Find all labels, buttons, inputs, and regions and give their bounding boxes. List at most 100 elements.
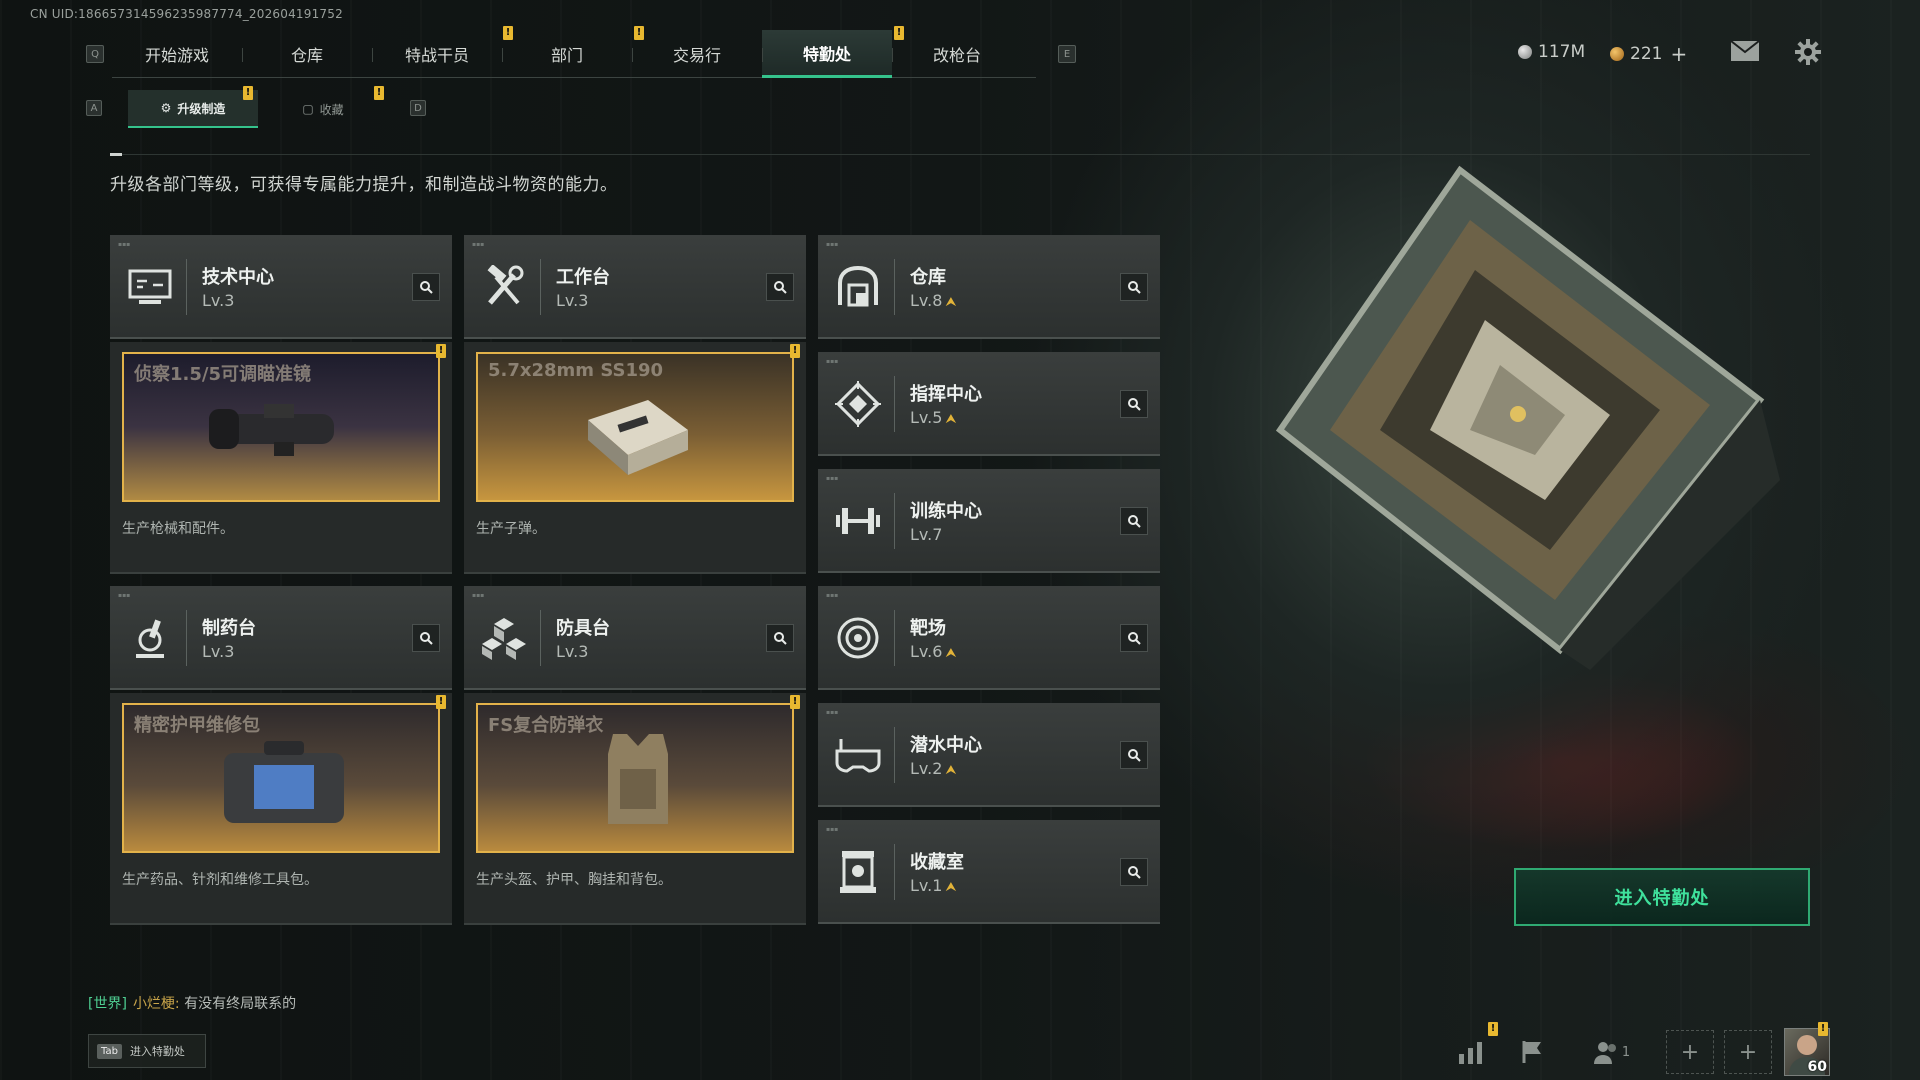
enter-special-ops-button[interactable]: 进入特勤处	[1514, 868, 1810, 926]
department-card-armor-bench[interactable]: ▪▪▪ 防具台 Lv.3	[464, 586, 806, 690]
tab-start-game[interactable]: 开始游戏	[112, 30, 242, 78]
department-name: 潜水中心	[910, 735, 982, 756]
notification-badge: !	[1488, 1022, 1498, 1036]
subtab-collection[interactable]: ▢ 收藏	[258, 90, 388, 128]
level-text: Lv.5	[910, 408, 943, 427]
notification-badge: !	[243, 86, 253, 100]
level-text: Lv.6	[910, 642, 943, 661]
card-separator	[894, 727, 895, 783]
search-icon[interactable]	[1120, 507, 1148, 535]
search-icon[interactable]	[1120, 858, 1148, 886]
add-squad-slot-button[interactable]: +	[1724, 1030, 1772, 1074]
tab-warehouse[interactable]: 仓库	[242, 30, 372, 78]
tab-key: Tab	[97, 1043, 122, 1059]
settings-gear-icon[interactable]	[1794, 38, 1824, 68]
search-icon[interactable]	[766, 273, 794, 301]
production-card-body-armor[interactable]: FS复合防弹衣 ! 生产头盔、护甲、胸挂和背包。	[464, 693, 806, 925]
department-card-training-center[interactable]: ▪▪▪ 训练中心 Lv.7	[818, 469, 1160, 573]
department-card-tech-center[interactable]: ▪▪▪ 技术中心 Lv.3	[110, 235, 452, 339]
silver-coin-icon	[1518, 45, 1532, 59]
stats-chart-icon[interactable]	[1446, 1030, 1496, 1074]
card-separator	[186, 610, 187, 666]
department-card-collection-room[interactable]: ▪▪▪ 收藏室 Lv.1 ⮝	[818, 820, 1160, 924]
department-level: Lv.2 ⮝	[910, 759, 956, 778]
department-card-pharmacy[interactable]: ▪▪▪ 制药台 Lv.3	[110, 586, 452, 690]
friends-button[interactable]: 1	[1582, 1030, 1642, 1074]
card-tag: ▪▪▪	[826, 592, 839, 599]
nav-next-key-hint[interactable]: E	[1058, 45, 1076, 63]
subnav-next-key-hint[interactable]: D	[410, 100, 426, 116]
add-squad-slot-button[interactable]: +	[1666, 1030, 1714, 1074]
subnav-prev-key-hint[interactable]: A	[86, 100, 102, 116]
wrench-hammer-icon	[476, 259, 532, 315]
display-case-icon	[830, 844, 886, 900]
department-card-shooting-range[interactable]: ▪▪▪ 靶场 Lv.6 ⮝	[818, 586, 1160, 690]
department-level: Lv.5 ⮝	[910, 408, 956, 427]
upgrade-icon: ⚙	[160, 101, 172, 115]
level-text: Lv.3	[556, 642, 589, 661]
production-card-ammo[interactable]: 5.7x28mm SS190 ! 生产子弹。	[464, 342, 806, 574]
search-icon[interactable]	[1120, 741, 1148, 769]
search-icon[interactable]	[766, 624, 794, 652]
uid-label: CN UID:18665731459623598777​4_2026041917…	[30, 7, 343, 21]
tab-gunsmith[interactable]: 改枪台	[892, 30, 1022, 78]
add-currency-button[interactable]: +	[1670, 42, 1687, 66]
search-icon[interactable]	[1120, 624, 1148, 652]
tab-operators[interactable]: 特战干员	[372, 30, 502, 78]
department-card-warehouse[interactable]: ▪▪▪ 仓库 Lv.8 ⮝	[818, 235, 1160, 339]
subtab-label: 升级制造	[177, 101, 226, 116]
chat-message: 有没有终局联系的	[184, 996, 297, 1012]
card-tag: ▪▪▪	[826, 826, 839, 833]
production-description: 生产头盔、护甲、胸挂和背包。	[476, 872, 672, 888]
player-level: 60	[1807, 1059, 1827, 1075]
diving-mask-icon	[830, 727, 886, 783]
notification-badge: !	[503, 26, 513, 40]
production-card-repair-kit[interactable]: 精密护甲维修包 ! 生产药品、针剂和维修工具包。	[110, 693, 452, 925]
gold-currency: 221 +	[1610, 42, 1687, 66]
tab-trading[interactable]: 交易行	[632, 30, 762, 78]
flag-icon[interactable]	[1508, 1030, 1558, 1074]
card-tag: ▪▪▪	[472, 241, 485, 248]
chat-line[interactable]: [世界] 小烂梗: 有没有终局联系的	[88, 993, 296, 1013]
department-name: 制药台	[202, 618, 256, 639]
department-level: Lv.3	[556, 291, 588, 310]
subtab-upgrade-craft[interactable]: ⚙ 升级制造	[128, 90, 258, 128]
mail-icon[interactable]	[1730, 40, 1762, 64]
search-icon[interactable]	[412, 624, 440, 652]
card-separator	[540, 610, 541, 666]
search-icon[interactable]	[1120, 390, 1148, 418]
department-name: 靶场	[910, 618, 946, 639]
level-text: Lv.3	[202, 291, 235, 310]
search-icon[interactable]	[1120, 273, 1148, 301]
notification-badge: !	[790, 344, 800, 358]
upgrade-available-icon: ⮝	[945, 763, 957, 778]
product-image: 精密护甲维修包	[122, 703, 440, 853]
department-level: Lv.3	[202, 291, 234, 310]
tab-special-ops[interactable]: 特勤处	[762, 30, 892, 78]
production-card-scope[interactable]: 侦察1.5/5可调瞄准镜 ! 生产枪械和配件。	[110, 342, 452, 574]
tab-key-hint[interactable]: Tab 进入特勤处	[88, 1034, 206, 1068]
department-card-diving-center[interactable]: ▪▪▪ 潜水中心 Lv.2 ⮝	[818, 703, 1160, 807]
department-level: Lv.3	[556, 642, 588, 661]
search-icon[interactable]	[412, 273, 440, 301]
department-level: Lv.3	[202, 642, 234, 661]
body-armor-icon	[608, 734, 668, 824]
special-ops-cube-illustration	[1275, 165, 1780, 670]
tab-departments[interactable]: 部门	[502, 30, 632, 78]
department-card-workbench[interactable]: ▪▪▪ 工作台 Lv.3	[464, 235, 806, 339]
card-tag: ▪▪▪	[118, 592, 131, 599]
department-name: 仓库	[910, 267, 946, 288]
product-name: 5.7x28mm SS190	[488, 360, 664, 381]
product-name: 侦察1.5/5可调瞄准镜	[134, 364, 311, 385]
department-name: 收藏室	[910, 852, 964, 873]
nav-prev-key-hint[interactable]: Q	[86, 45, 104, 63]
department-name: 防具台	[556, 618, 610, 639]
card-separator	[894, 376, 895, 432]
subtab-label: 收藏	[319, 102, 344, 117]
department-card-command-center[interactable]: ▪▪▪ 指挥中心 Lv.5 ⮝	[818, 352, 1160, 456]
tab-key-label: 进入特勤处	[129, 1045, 185, 1058]
upgrade-available-icon: ⮝	[945, 880, 957, 895]
gold-coin-icon	[1610, 47, 1624, 61]
cubes-icon	[476, 610, 532, 666]
card-tag: ▪▪▪	[826, 475, 839, 482]
